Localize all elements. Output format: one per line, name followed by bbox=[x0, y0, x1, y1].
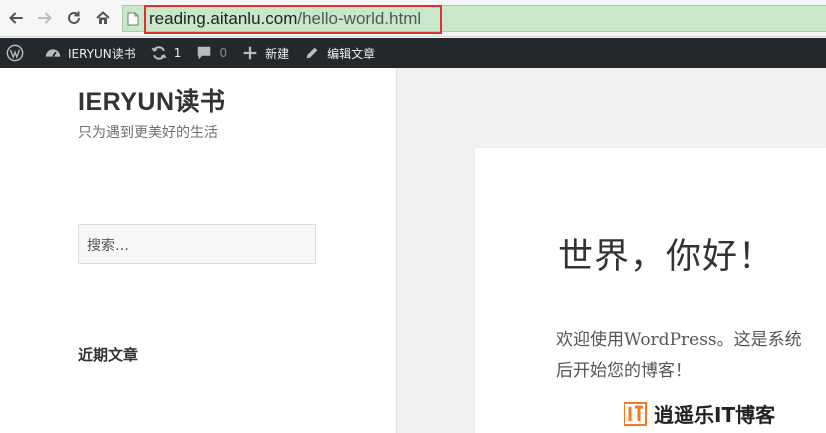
new-content-menu[interactable]: 新建 bbox=[234, 38, 296, 68]
site-name-menu[interactable]: IERYUN读书 bbox=[37, 38, 143, 68]
url-host: reading.aitanlu.com bbox=[149, 9, 298, 28]
updates-refresh-icon bbox=[151, 46, 167, 60]
edit-post-label: 编辑文章 bbox=[327, 46, 376, 61]
post-excerpt: 欢迎使用WordPress。这是系统 后开始您的博客！ bbox=[556, 325, 826, 387]
updates-count: 1 bbox=[173, 46, 182, 60]
site-name-label: IERYUN读书 bbox=[68, 46, 136, 61]
pencil-edit-icon bbox=[306, 47, 318, 59]
comment-bubble-icon bbox=[198, 46, 211, 60]
comments-menu[interactable]: 0 bbox=[188, 38, 234, 68]
plus-icon bbox=[243, 46, 257, 60]
search-input[interactable]: 搜索… bbox=[78, 224, 316, 264]
edit-post-menu[interactable]: 编辑文章 bbox=[296, 38, 382, 68]
wordpress-logo-icon bbox=[6, 44, 24, 62]
site-title[interactable]: IERYUN读书 bbox=[78, 82, 226, 118]
forward-button[interactable] bbox=[32, 5, 58, 31]
url-path: /hello-world.html bbox=[297, 9, 422, 28]
wp-admin-bar: IERYUN读书 1 0 新建 编辑文章 bbox=[0, 38, 826, 68]
home-icon bbox=[96, 11, 110, 24]
home-button[interactable] bbox=[90, 5, 116, 31]
new-content-label: 新建 bbox=[265, 46, 290, 61]
site-description: 只为遇到更美好的生活 bbox=[78, 125, 218, 141]
back-button[interactable] bbox=[3, 5, 29, 31]
reload-icon bbox=[68, 11, 80, 24]
url-text[interactable]: reading.aitanlu.com/hello-world.html bbox=[149, 9, 421, 29]
address-bar[interactable]: reading.aitanlu.com/hello-world.html bbox=[122, 5, 826, 34]
browser-toolbar: reading.aitanlu.com/hello-world.html bbox=[0, 0, 826, 37]
dashboard-gauge-icon bbox=[45, 49, 61, 58]
back-arrow-icon bbox=[9, 12, 23, 24]
updates-menu[interactable]: 1 bbox=[143, 38, 189, 68]
comments-count: 0 bbox=[219, 46, 228, 60]
post-card bbox=[475, 148, 826, 433]
forward-arrow-icon bbox=[38, 12, 52, 24]
wp-logo-menu[interactable] bbox=[0, 38, 37, 68]
post-text-line-1: 欢迎使用WordPress。这是系统 bbox=[556, 330, 802, 350]
blog-watermark-logo: 逍遥乐IT博客 bbox=[624, 402, 776, 426]
reload-button[interactable] bbox=[61, 5, 87, 31]
post-text-line-2: 后开始您的博客！ bbox=[556, 361, 692, 381]
watermark-text: 逍遥乐IT博客 bbox=[654, 403, 776, 426]
post-title[interactable]: 世界，你好！ bbox=[558, 228, 774, 279]
recent-posts-heading: 近期文章 bbox=[78, 346, 139, 364]
page-icon bbox=[127, 12, 139, 26]
